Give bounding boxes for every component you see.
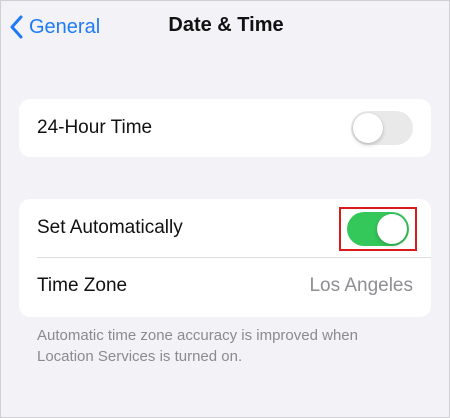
set-automatically-toggle[interactable] (347, 212, 409, 246)
row-24-hour-time: 24-Hour Time (19, 99, 431, 157)
row-set-automatically: Set Automatically (19, 199, 431, 257)
row-label: 24-Hour Time (37, 117, 153, 138)
settings-group-hour-format: 24-Hour Time (19, 99, 431, 157)
24-hour-time-toggle[interactable] (351, 111, 413, 145)
time-zone-value: Los Angeles (309, 275, 413, 296)
highlight-box (339, 207, 417, 251)
toggle-knob (353, 113, 383, 143)
navigation-bar: General Date & Time (1, 1, 450, 59)
footer-note: Automatic time zone accuracy is improved… (37, 327, 358, 365)
toggle-knob (377, 214, 407, 244)
screen: General Date & Time 24-Hour Time Set Aut… (0, 0, 450, 418)
row-label: Time Zone (37, 275, 128, 296)
row-time-zone[interactable]: Time Zone Los Angeles (19, 257, 431, 315)
page-title: Date & Time (168, 14, 284, 36)
settings-group-automatic: Set Automatically Time Zone Los Angeles (19, 199, 431, 317)
